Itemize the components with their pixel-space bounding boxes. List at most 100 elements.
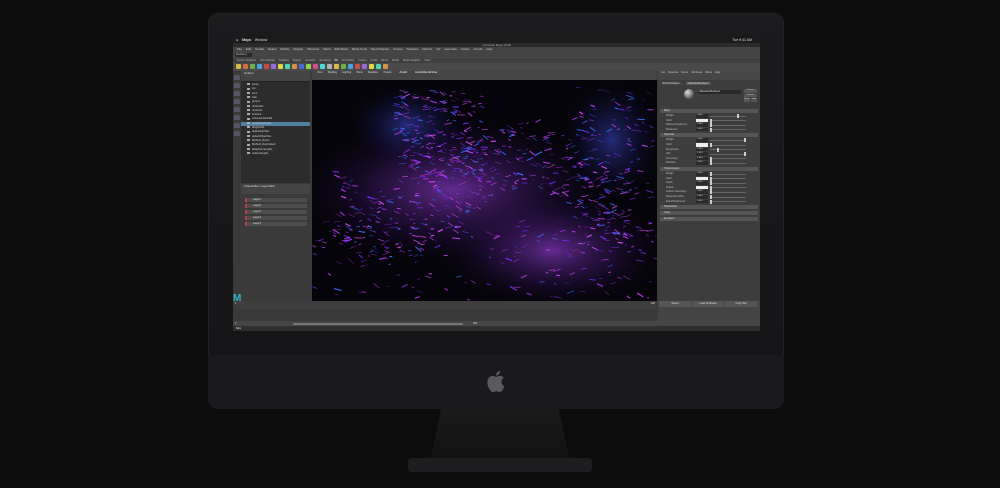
menubar-item-window[interactable]: Window xyxy=(255,38,267,42)
maya-menu-modify[interactable]: Modify xyxy=(280,47,289,51)
shelf-tool-icon[interactable] xyxy=(313,64,318,69)
attribute-slider[interactable] xyxy=(710,162,746,164)
shelf-tab[interactable]: Motion Graphics xyxy=(403,59,420,62)
attribute-editor-menu-item[interactable]: Help xyxy=(715,71,720,74)
attribute-slider-handle[interactable] xyxy=(710,127,712,132)
maya-menu-deform[interactable]: Deform xyxy=(422,47,432,51)
attribute-slider[interactable] xyxy=(710,187,746,189)
shelf-tool-icon[interactable] xyxy=(376,64,381,69)
attribute-editor-menu-item[interactable]: Selected xyxy=(668,71,678,74)
maya-menu-mesh[interactable]: Mesh xyxy=(323,47,330,51)
attribute-section-header[interactable]: Specular xyxy=(660,133,758,138)
shelf-tool-icon[interactable] xyxy=(306,64,311,69)
attribute-editor-menu-item[interactable]: Focus xyxy=(681,71,688,74)
layer-row[interactable]: Layer2 xyxy=(245,204,307,208)
viewport-tab[interactable]: Arnold xyxy=(399,71,407,74)
layer-row[interactable]: Layer4 xyxy=(245,216,307,220)
shelf-tool-icon[interactable] xyxy=(348,64,353,69)
viewport-menu-item[interactable]: Renderer xyxy=(368,71,379,74)
attribute-slider-handle[interactable] xyxy=(710,195,712,199)
attribute-slider-handle[interactable] xyxy=(744,152,746,157)
shelf-tab[interactable]: Custom xyxy=(358,59,366,62)
attribute-slider-handle[interactable] xyxy=(710,190,712,195)
attribute-slider[interactable] xyxy=(710,182,746,184)
toolbox-tool-icon[interactable] xyxy=(234,115,240,120)
attribute-value-field[interactable]: 0.000 xyxy=(696,156,708,161)
range-bar[interactable] xyxy=(293,322,463,325)
shelf-tool-icon[interactable] xyxy=(341,64,346,69)
shelf-tool-icon[interactable] xyxy=(250,64,255,69)
material-swatch[interactable] xyxy=(684,89,694,99)
shelf-tool-icon[interactable] xyxy=(236,64,241,69)
layer-row[interactable]: Layer5 xyxy=(245,222,307,226)
shelf-tab[interactable]: Rendering xyxy=(320,59,331,62)
shelf-tool-icon[interactable] xyxy=(383,64,388,69)
maya-menu-mesh-tools[interactable]: Mesh Tools xyxy=(352,47,367,51)
attribute-editor-menu-item[interactable]: Show xyxy=(705,71,712,74)
attribute-section-header[interactable]: Coat xyxy=(660,211,758,216)
attribute-value-field[interactable]: 0.000 xyxy=(696,123,708,127)
shelf-tool-icon[interactable] xyxy=(369,64,374,69)
attribute-slider[interactable] xyxy=(710,201,746,203)
node-tab[interactable]: nParticleShape1 xyxy=(660,82,682,85)
attribute-slider-handle[interactable] xyxy=(710,156,712,161)
toolbox-tool-icon[interactable] xyxy=(234,83,240,88)
shelf-tool-icon[interactable] xyxy=(271,64,276,69)
maya-menu-windows[interactable]: Windows xyxy=(307,47,319,51)
attribute-slider[interactable] xyxy=(710,115,746,117)
outliner-item[interactable]: ambientLight1 xyxy=(241,152,310,156)
attribute-button[interactable]: Hide xyxy=(751,98,757,102)
node-tab[interactable]: aiStandardSurface1 xyxy=(685,82,711,85)
attribute-slider-handle[interactable] xyxy=(710,161,712,166)
shelf-tool-icon[interactable] xyxy=(355,64,360,69)
attribute-slider-handle[interactable] xyxy=(710,172,712,176)
maya-menu-file[interactable]: File xyxy=(237,47,242,51)
attribute-value-field[interactable]: 1.520 xyxy=(696,152,708,156)
attribute-value-field[interactable]: 0.000 xyxy=(696,161,708,165)
attribute-slider[interactable] xyxy=(710,173,746,175)
attribute-slider[interactable] xyxy=(710,158,746,160)
maya-menu-mesh-display[interactable]: Mesh Display xyxy=(371,47,389,51)
shelf-tool-icon[interactable] xyxy=(285,64,290,69)
node-name-field[interactable]: aiStandardSurface1 xyxy=(698,90,741,94)
attribute-slider-handle[interactable] xyxy=(716,147,719,152)
apple-menu-icon[interactable]: ● xyxy=(236,38,238,42)
maya-menu-generate[interactable]: Generate xyxy=(444,47,457,51)
shelf-tool-icon[interactable] xyxy=(334,64,339,69)
attribute-slider-handle[interactable] xyxy=(710,185,712,190)
attribute-editor-menu-item[interactable]: List xyxy=(661,71,665,74)
viewport-menu-item[interactable]: Lighting xyxy=(342,71,351,74)
shelf-tool-icon[interactable] xyxy=(299,64,304,69)
attribute-slider-handle[interactable] xyxy=(710,181,712,186)
attribute-value-field[interactable]: 0.000 xyxy=(696,181,708,185)
attribute-value-field[interactable] xyxy=(696,185,708,190)
shelf-tab[interactable]: Curves / Surfaces xyxy=(237,59,256,62)
attribute-slider-handle[interactable] xyxy=(710,123,712,128)
toolbox-tool-icon[interactable] xyxy=(234,75,240,80)
maya-menu-curves[interactable]: Curves xyxy=(393,47,403,51)
attribute-section-header[interactable]: Base xyxy=(660,109,758,113)
attribute-slider-handle[interactable] xyxy=(737,114,740,118)
maya-menu-arnold[interactable]: Arnold xyxy=(474,47,483,51)
toolbox-tool-icon[interactable] xyxy=(234,99,240,104)
toolbox-tool-icon[interactable] xyxy=(234,123,240,128)
shelf-tool-icon[interactable] xyxy=(292,64,297,69)
attribute-section-header[interactable]: Emission xyxy=(660,217,758,222)
layer-row[interactable]: Layer3 xyxy=(245,210,307,214)
toolbox-tool-icon[interactable] xyxy=(234,107,240,112)
shelf-tool-icon[interactable] xyxy=(264,64,269,69)
maya-menu-select[interactable]: Select xyxy=(268,47,276,51)
attribute-slider-handle[interactable] xyxy=(744,138,746,143)
attribute-value-field[interactable]: 0.800 xyxy=(696,114,708,118)
attribute-button[interactable]: Show xyxy=(744,98,750,102)
attribute-button[interactable]: Focus xyxy=(744,89,757,93)
shelf-tab[interactable]: Rigging xyxy=(293,59,301,62)
attribute-slider[interactable] xyxy=(710,144,746,146)
shelf-tab[interactable]: FX xyxy=(335,59,338,62)
attribute-value-field[interactable]: 0.000 xyxy=(696,190,708,194)
attribute-slider[interactable] xyxy=(710,120,746,122)
toolbox-tool-icon[interactable] xyxy=(234,131,240,136)
maya-menu-help[interactable]: Help xyxy=(486,47,492,51)
command-line[interactable]: MEL xyxy=(233,326,760,331)
attribute-button[interactable]: Presets xyxy=(744,93,757,98)
